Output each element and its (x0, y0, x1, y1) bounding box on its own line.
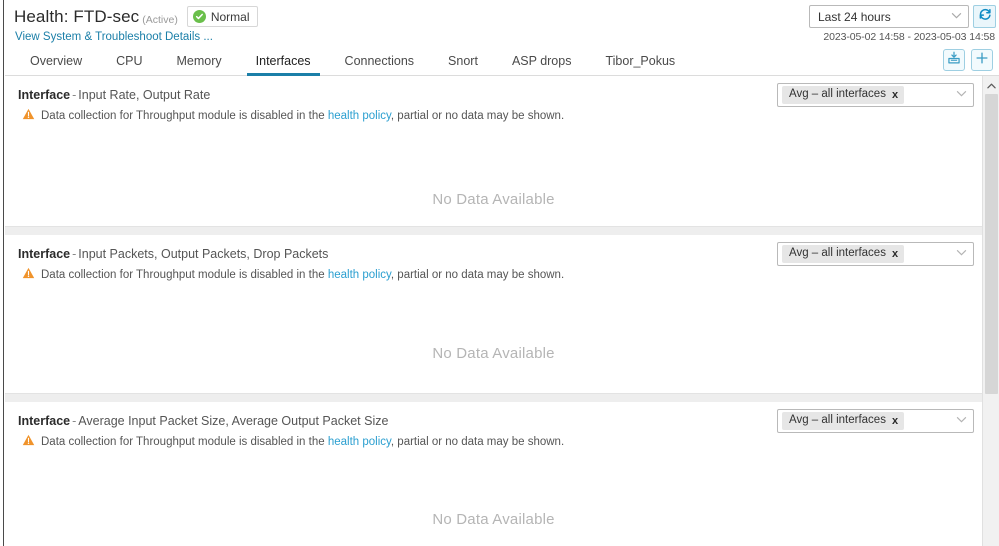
tab-label: Tibor_Pokus (605, 53, 676, 68)
add-widget-button[interactable] (971, 49, 993, 71)
warning-prefix: Data collection for Throughput module is… (41, 435, 328, 448)
filter-chip[interactable]: Avg – all interfaces x (782, 86, 905, 104)
page-title: Health: FTD-sec (14, 6, 140, 26)
status-badge: Normal (186, 6, 258, 27)
tab-interfaces[interactable]: Interfaces (239, 45, 328, 76)
tab-snort[interactable]: Snort (431, 45, 495, 76)
empty-state-text: No Data Available (432, 511, 555, 528)
page-header: Health: FTD-sec (Active) Normal View Sys… (5, 0, 999, 45)
tab-label: Snort (448, 53, 478, 68)
dashboard-content: Interface - Input Rate, Output Rate Data c… (5, 76, 982, 546)
warning-triangle-icon (22, 267, 35, 282)
warning-triangle-icon (22, 108, 35, 123)
warning-suffix: , partial or no data may be shown. (390, 435, 565, 448)
tab-label: Overview (30, 53, 83, 68)
tab-label: Connections (344, 53, 415, 68)
panel-metric-label: Interface (18, 88, 71, 102)
filter-chip-label: Avg – all interfaces (789, 414, 886, 427)
panel-title: Interface - Input Packets, Output Packets,… (18, 247, 328, 261)
active-state-label: (Active) (142, 13, 178, 26)
export-button[interactable] (943, 49, 965, 71)
view-details-link[interactable]: View System & Troubleshoot Details ... (15, 31, 213, 43)
chevron-down-icon (956, 249, 967, 259)
panel-metric-label: Interface (18, 414, 71, 428)
warning-text: Data collection for Throughput module is… (41, 269, 564, 281)
chevron-down-icon (956, 90, 967, 100)
left-edge-rail (0, 0, 4, 546)
warning-text: Data collection for Throughput module is… (41, 110, 564, 122)
plus-icon (975, 51, 989, 70)
panel-metric-names: Input Packets, Output Packets, Drop Pack… (78, 247, 329, 261)
check-circle-icon (192, 10, 206, 23)
time-range-text: 2023-05-02 14:58 - 2023-05-03 14:58 (823, 31, 995, 43)
filter-chip-remove-icon[interactable]: x (892, 248, 898, 260)
chevron-down-icon (951, 12, 962, 22)
warning-suffix: , partial or no data may be shown. (390, 268, 565, 281)
warning-message: Data collection for Throughput module is… (22, 267, 564, 282)
export-icon (947, 51, 961, 70)
tab-connections[interactable]: Connections (328, 45, 432, 76)
chevron-up-icon (987, 76, 996, 94)
tab-list: Overview CPU Memory Interfaces Connectio… (5, 45, 999, 76)
warning-suffix: , partial or no data may be shown. (390, 109, 565, 122)
panel-metric-names: Input Rate, Output Rate (78, 88, 211, 102)
refresh-icon (978, 7, 992, 26)
warning-prefix: Data collection for Throughput module is… (41, 109, 328, 122)
time-range-select[interactable]: Last 24 hours (809, 5, 969, 28)
title-row: Health: FTD-sec (Active) Normal (14, 6, 258, 27)
health-policy-link[interactable]: health policy (328, 269, 391, 281)
warning-triangle-icon (22, 434, 35, 449)
tab-actions (943, 49, 993, 71)
tab-overview[interactable]: Overview (13, 45, 99, 76)
tab-memory[interactable]: Memory (160, 45, 239, 76)
refresh-button[interactable] (973, 5, 996, 28)
tab-label: CPU (116, 53, 143, 68)
health-policy-link[interactable]: health policy (328, 110, 391, 122)
chevron-down-icon (956, 416, 967, 426)
empty-state-text: No Data Available (432, 191, 555, 208)
warning-prefix: Data collection for Throughput module is… (41, 268, 328, 281)
warning-text: Data collection for Throughput module is… (41, 436, 564, 448)
filter-chip-remove-icon[interactable]: x (892, 89, 898, 101)
filter-chip-label: Avg – all interfaces (789, 247, 886, 260)
filter-chip-label: Avg – all interfaces (789, 88, 886, 101)
time-range-control: Last 24 hours 2023-05-02 14:58 - 2023-05… (809, 5, 996, 43)
panel-metric-names: Average Input Packet Size, Average Outpu… (78, 414, 389, 428)
panel-title: Interface - Average Input Packet Size, Ave… (18, 414, 388, 428)
interface-filter-select[interactable]: Avg – all interfaces x (777, 409, 974, 433)
tab-label: Interfaces (255, 53, 311, 68)
filter-chip[interactable]: Avg – all interfaces x (782, 245, 905, 263)
warning-message: Data collection for Throughput module is… (22, 108, 564, 123)
interface-filter-select[interactable]: Avg – all interfaces x (777, 242, 974, 266)
widget-panel: Interface - Input Rate, Output Rate Data c… (5, 76, 982, 227)
panel-title: Interface - Input Rate, Output Rate (18, 88, 210, 102)
tab-label: Memory (176, 53, 222, 68)
time-row: Last 24 hours (809, 5, 996, 28)
panel-metric-label: Interface (18, 247, 71, 261)
tab-tibor-pokus[interactable]: Tibor_Pokus (588, 45, 692, 76)
filter-chip-remove-icon[interactable]: x (892, 415, 898, 427)
scroll-up-button[interactable] (983, 76, 999, 93)
vertical-scrollbar[interactable] (982, 76, 999, 546)
tab-cpu[interactable]: CPU (99, 45, 159, 76)
widget-panel: Interface - Average Input Packet Size, Ave… (5, 402, 982, 546)
status-badge-label: Normal (210, 9, 250, 24)
tab-asp-drops[interactable]: ASP drops (495, 45, 589, 76)
warning-message: Data collection for Throughput module is… (22, 434, 564, 449)
interface-filter-select[interactable]: Avg – all interfaces x (777, 83, 974, 107)
empty-state-text: No Data Available (432, 345, 555, 362)
filter-chip[interactable]: Avg – all interfaces x (782, 412, 905, 430)
scrollbar-thumb[interactable] (985, 94, 998, 394)
widget-panel: Interface - Input Packets, Output Packets,… (5, 235, 982, 394)
tab-label: ASP drops (511, 53, 572, 68)
tab-bar: Overview CPU Memory Interfaces Connectio… (5, 45, 999, 76)
health-policy-link[interactable]: health policy (328, 436, 391, 448)
time-range-value: Last 24 hours (818, 9, 891, 24)
